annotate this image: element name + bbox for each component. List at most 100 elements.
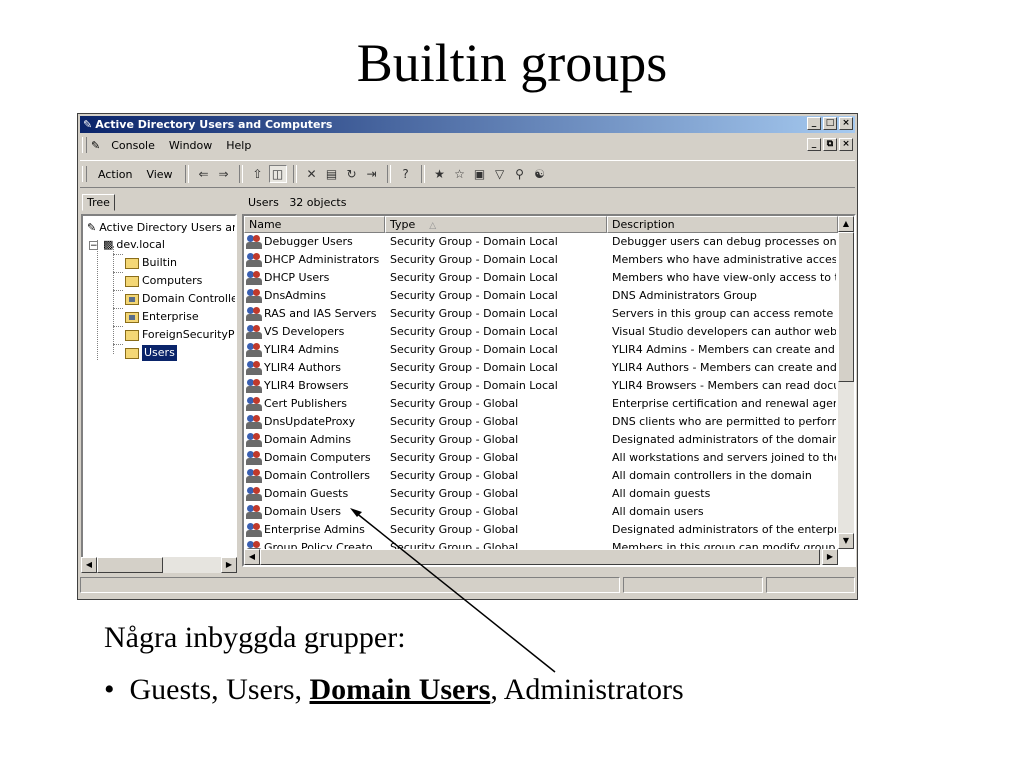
properties-icon[interactable]: ▤ <box>323 165 341 183</box>
menu-help[interactable]: Help <box>219 139 258 152</box>
tree-item-enterprise[interactable]: Enterprise <box>125 309 199 325</box>
column-header-type[interactable]: Type △ <box>385 216 607 233</box>
domain-icon: ▩ <box>103 238 114 251</box>
cell-type: Security Group - Global <box>390 397 519 410</box>
scroll-thumb[interactable] <box>838 232 854 382</box>
delete-icon[interactable]: ✕ <box>303 165 321 183</box>
table-row[interactable]: YLIR4 Admins Security Group - Domain Loca… <box>244 341 854 359</box>
table-row[interactable]: Domain Controllers Security Group - Globa… <box>244 467 854 485</box>
tree-horizontal-scrollbar[interactable]: ◀ ▶ <box>81 557 237 573</box>
column-header-description[interactable]: Description <box>607 216 838 233</box>
back-icon[interactable]: ⇐ <box>195 165 213 183</box>
child-restore-button[interactable]: ⧉ <box>823 138 837 151</box>
table-row[interactable]: Domain Guests Security Group - Global All … <box>244 485 854 503</box>
tree-item-domain[interactable]: ▩ dev.local <box>103 237 165 253</box>
new-group-icon[interactable]: ☆ <box>451 165 469 183</box>
up-folder-icon[interactable]: ⇧ <box>249 165 267 183</box>
tree-item-domain-controllers[interactable]: Domain Controllers <box>125 291 235 307</box>
table-row[interactable]: YLIR4 Browsers Security Group - Domain Lo… <box>244 377 854 395</box>
collapse-icon[interactable]: − <box>89 241 98 251</box>
new-user-icon[interactable]: ★ <box>431 165 449 183</box>
tree-item-label: Builtin <box>142 256 177 269</box>
cell-description: DNS clients who are permitted to perform… <box>612 415 836 428</box>
table-row[interactable]: DHCP Administrators Security Group - Doma… <box>244 251 854 269</box>
cell-type: Security Group - Domain Local <box>390 271 558 284</box>
menu-window[interactable]: Window <box>162 139 219 152</box>
minimize-button[interactable]: _ <box>807 117 821 130</box>
help-icon[interactable]: ? <box>397 165 415 183</box>
table-row[interactable]: Debugger Users Security Group - Domain Lo… <box>244 233 854 251</box>
scroll-up-icon[interactable]: ▲ <box>838 216 854 232</box>
table-row[interactable]: YLIR4 Authors Security Group - Domain Loc… <box>244 359 854 377</box>
table-row[interactable]: Domain Users Security Group - Global All d… <box>244 503 854 521</box>
group-icon <box>246 289 262 303</box>
cell-description: YLIR4 Authors - Members can create and m <box>612 361 836 374</box>
table-row[interactable]: DnsUpdateProxy Security Group - Global DNS… <box>244 413 854 431</box>
cell-description: Servers in this group can access remote … <box>612 307 836 320</box>
tree-item-foreign-security-principals[interactable]: ForeignSecurityPrincipals <box>125 327 235 343</box>
list-horizontal-scrollbar[interactable]: ◀ ▶ <box>244 549 838 565</box>
cell-type: Security Group - Domain Local <box>390 379 558 392</box>
menu-action[interactable]: Action <box>91 168 139 181</box>
table-row[interactable]: Enterprise Admins Security Group - Global… <box>244 521 854 539</box>
table-row[interactable]: RAS and IAS Servers Security Group - Doma… <box>244 305 854 323</box>
cell-type: Security Group - Global <box>390 505 519 518</box>
group-icon <box>246 343 262 357</box>
table-row[interactable]: DnsAdmins Security Group - Domain Local DN… <box>244 287 854 305</box>
tree-item-label: Computers <box>142 274 203 287</box>
tree-item-users[interactable]: Users <box>125 345 177 361</box>
cell-name: Cert Publishers <box>246 395 385 413</box>
find-icon[interactable]: ⚲ <box>511 165 529 183</box>
tree-item-computers[interactable]: Computers <box>125 273 202 289</box>
object-count: 32 objects <box>289 196 347 209</box>
cell-description: Designated administrators of the enterpr… <box>612 523 836 536</box>
row-name: Enterprise Admins <box>264 523 365 536</box>
window-titlebar[interactable]: ✎ Active Directory Users and Computers _… <box>80 116 855 133</box>
table-row[interactable]: Domain Computers Security Group - Global A… <box>244 449 854 467</box>
new-ou-icon[interactable]: ▣ <box>471 165 489 183</box>
maximize-button[interactable]: □ <box>823 117 837 130</box>
refresh-icon[interactable]: ↻ <box>343 165 361 183</box>
cell-description: DNS Administrators Group <box>612 289 757 302</box>
scroll-right-icon[interactable]: ▶ <box>822 549 838 565</box>
scroll-down-icon[interactable]: ▼ <box>838 533 854 549</box>
menu-console[interactable]: Console <box>104 139 162 152</box>
forward-icon[interactable]: ⇒ <box>215 165 233 183</box>
list-vertical-scrollbar[interactable]: ▲ ▼ <box>838 216 854 549</box>
add-to-group-icon[interactable]: ☯ <box>531 165 549 183</box>
child-close-button[interactable]: × <box>839 138 853 151</box>
tree-item-builtin[interactable]: Builtin <box>125 255 177 271</box>
row-name: YLIR4 Admins <box>264 343 340 356</box>
folder-icon <box>125 275 139 287</box>
group-icon <box>246 487 262 501</box>
table-row[interactable]: Domain Admins Security Group - Global Desi… <box>244 431 854 449</box>
window-title: Active Directory Users and Computers <box>95 118 333 131</box>
table-row[interactable]: DHCP Users Security Group - Domain Local M… <box>244 269 854 287</box>
close-button[interactable]: × <box>839 117 853 130</box>
scroll-left-icon[interactable]: ◀ <box>81 557 97 573</box>
tree-item-label: dev.local <box>116 238 165 251</box>
table-row[interactable]: VS Developers Security Group - Domain Loc… <box>244 323 854 341</box>
cell-description: All domain guests <box>612 487 711 500</box>
column-header-type-label: Type <box>390 218 416 231</box>
scroll-left-icon[interactable]: ◀ <box>244 549 260 565</box>
show-tree-icon[interactable]: ◫ <box>268 165 287 183</box>
export-list-icon[interactable]: ⇥ <box>363 165 381 183</box>
tab-tree[interactable]: Tree <box>82 194 115 211</box>
table-row[interactable]: Cert Publishers Security Group - Global En… <box>244 395 854 413</box>
scroll-right-icon[interactable]: ▶ <box>221 557 237 573</box>
cell-description: YLIR4 Browsers - Members can read docume <box>612 379 836 392</box>
tree-root[interactable]: ✎ Active Directory Users and Computers <box>87 220 235 236</box>
group-icon <box>246 397 262 411</box>
menu-view[interactable]: View <box>139 168 179 181</box>
column-header-name[interactable]: Name <box>244 216 385 233</box>
tree-item-label: Domain Controllers <box>142 292 235 305</box>
scroll-thumb[interactable] <box>97 557 163 573</box>
filter-icon[interactable]: ▽ <box>491 165 509 183</box>
child-minimize-button[interactable]: _ <box>807 138 821 151</box>
toolbar: Action View ⇐ ⇒ ⇧ ◫ ✕ ▤ ↻ ⇥ ? ★ ☆ ▣ ▽ ⚲ … <box>80 160 855 188</box>
cell-type: Security Group - Domain Local <box>390 325 558 338</box>
scroll-thumb[interactable] <box>260 549 820 565</box>
status-bar <box>80 575 855 595</box>
slide-bullet: • Guests, Users, Domain Users, Administr… <box>104 673 684 707</box>
